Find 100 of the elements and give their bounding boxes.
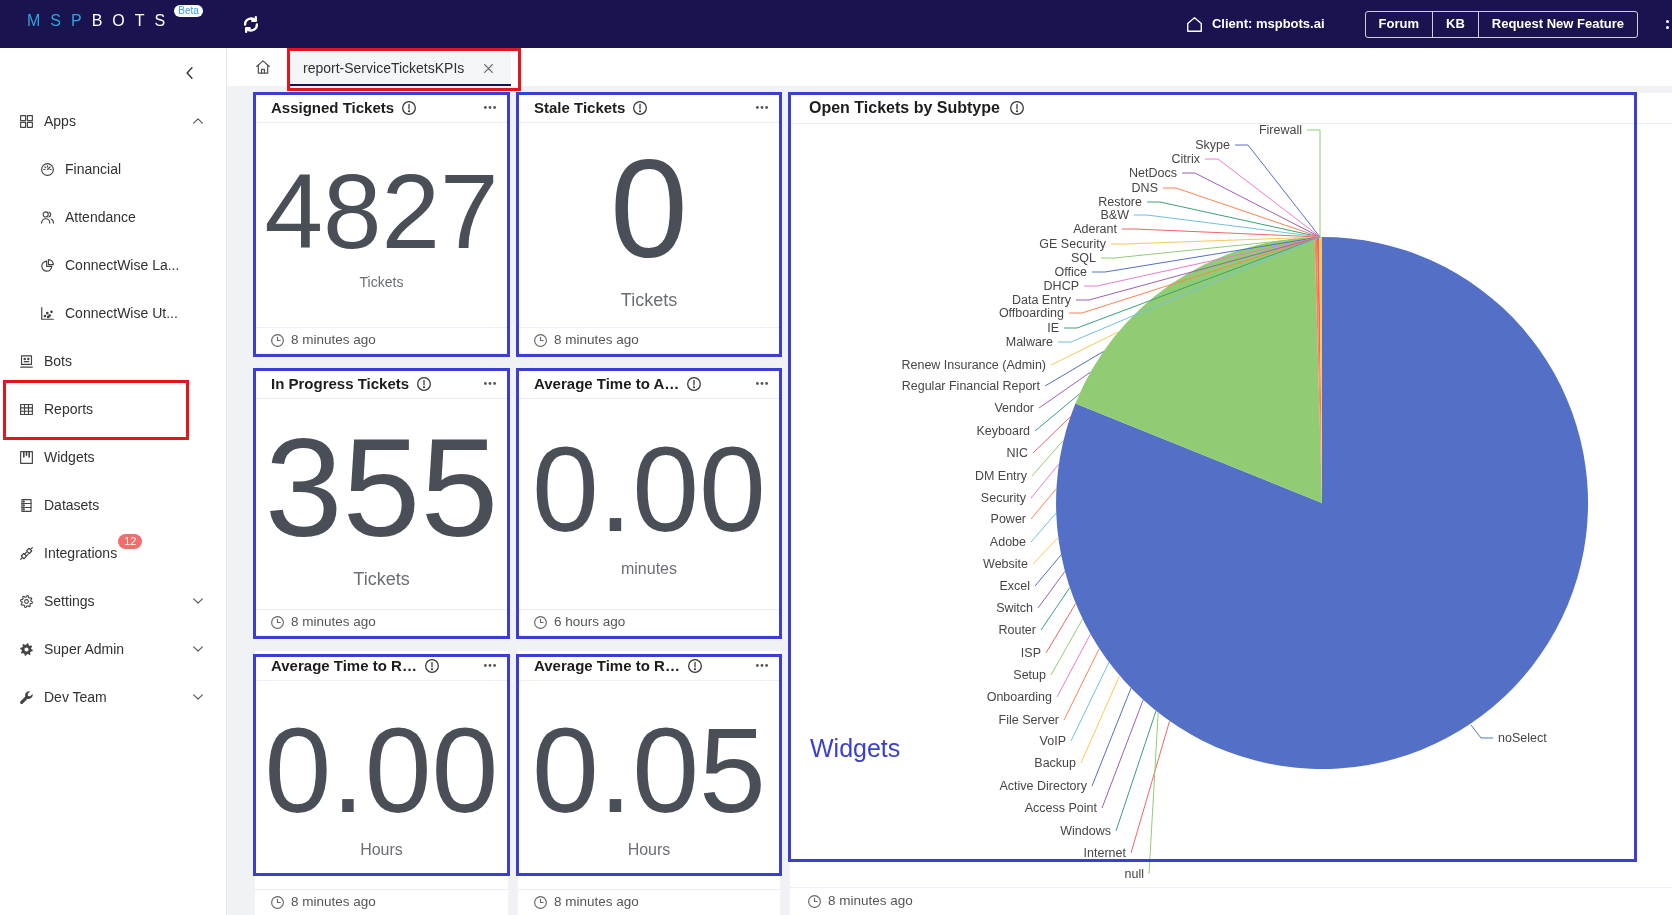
menu-item[interactable]: Datasets	[0, 481, 226, 529]
more-icon[interactable]	[756, 106, 768, 109]
updated-time: 8 minutes ago	[554, 331, 639, 350]
menu-item[interactable]: Super Admin	[0, 625, 226, 673]
slice-label: Security	[980, 491, 1026, 505]
info-icon[interactable]	[1009, 101, 1024, 115]
header-link[interactable]: KB	[1432, 11, 1478, 37]
slice-label: NIC	[1006, 446, 1028, 460]
menu-item[interactable]: ConnectWise La...	[0, 241, 226, 289]
updated-time: 8 minutes ago	[554, 893, 639, 912]
kpi-unit: Hours	[627, 840, 671, 861]
slice-label: Offboarding	[998, 306, 1064, 320]
clock-icon	[808, 895, 821, 908]
slice-label: null	[1124, 867, 1144, 881]
info-icon[interactable]	[417, 376, 432, 391]
home-icon	[1186, 16, 1202, 32]
card-title: In Progress Tickets	[271, 376, 410, 391]
slice-label: DM Entry	[974, 469, 1027, 483]
more-icon[interactable]	[484, 664, 496, 667]
leader-line	[1030, 488, 1057, 520]
info-icon[interactable]	[687, 658, 702, 673]
card-title: Stale Tickets	[534, 100, 626, 115]
leader-line	[1032, 536, 1059, 565]
gear-icon	[20, 594, 33, 608]
info-icon[interactable]	[402, 100, 417, 115]
menu-item[interactable]: Bots	[0, 337, 226, 385]
kpi-unit: Tickets	[620, 288, 678, 312]
slice-label: Restore	[1098, 195, 1142, 209]
kpi-value: 0.00	[532, 428, 766, 550]
clock-icon	[534, 896, 547, 909]
slice-label: DNS	[1131, 181, 1158, 195]
gauge-icon	[41, 162, 54, 176]
clock-icon	[534, 616, 547, 629]
more-icon[interactable]	[1666, 19, 1669, 29]
slice-label: Internet	[1083, 846, 1126, 860]
monitor-icon	[20, 354, 33, 368]
leader-line	[1030, 463, 1060, 499]
slice-label: Onboarding	[986, 690, 1052, 704]
slice-label: IE	[1047, 321, 1059, 335]
leader-line	[1031, 439, 1064, 477]
menu-item[interactable]: Dev Team	[0, 673, 226, 721]
kpi-value: 0.05	[532, 709, 766, 831]
updated-time: 8 minutes ago	[291, 331, 376, 350]
menu-item[interactable]: Reports	[0, 385, 226, 433]
slice-label: Firewall	[1258, 123, 1302, 137]
menu-item[interactable]: ConnectWise Ut...	[0, 289, 226, 337]
board-icon	[20, 450, 33, 464]
leader-line	[1034, 554, 1062, 587]
chevron-left-icon	[186, 66, 193, 79]
close-icon[interactable]	[484, 63, 494, 73]
clock-icon	[271, 616, 284, 629]
menu-item[interactable]: Settings	[0, 577, 226, 625]
info-icon[interactable]	[633, 100, 648, 115]
kpi-unit: Hours	[360, 840, 403, 861]
slice-label: Data Entry	[1011, 293, 1071, 307]
collapse-button[interactable]	[186, 66, 193, 79]
header-link[interactable]: Forum	[1365, 11, 1432, 37]
info-icon[interactable]	[687, 376, 702, 391]
slice-label: Power	[990, 512, 1026, 526]
slice-label: Setup	[1013, 668, 1046, 682]
more-icon[interactable]	[484, 106, 496, 109]
updated-time: 8 minutes ago	[828, 892, 913, 911]
menu-item[interactable]: Widgets	[0, 433, 226, 481]
pie-chart-icon	[41, 258, 54, 272]
kpi-value: 0.00	[264, 709, 499, 831]
refresh-icon[interactable]	[243, 15, 260, 33]
slice-label: Renew Insurance (Admin)	[901, 358, 1046, 372]
leader-line	[1030, 512, 1057, 543]
grid-icon	[20, 114, 33, 128]
home-icon[interactable]	[256, 60, 270, 74]
connector-icon	[20, 546, 33, 560]
menu-item[interactable]: Apps	[0, 97, 226, 145]
server-icon	[20, 498, 33, 512]
clock-icon	[271, 896, 284, 909]
more-icon[interactable]	[756, 664, 768, 667]
gear-icon	[20, 642, 33, 656]
slice-label: Malware	[1005, 335, 1053, 349]
kpi-value: 4827	[264, 158, 499, 264]
updated-time: 8 minutes ago	[291, 613, 376, 632]
more-icon[interactable]	[484, 382, 496, 385]
header-link[interactable]: Request New Feature	[1477, 11, 1637, 37]
wrench-icon	[20, 690, 33, 704]
clock-icon	[271, 334, 284, 347]
beta-badge: Beta	[174, 5, 203, 17]
slice-label: File Server	[998, 713, 1059, 727]
slice-label: Regular Financial Report	[901, 379, 1040, 393]
info-icon[interactable]	[424, 658, 439, 673]
updated-time: 8 minutes ago	[291, 893, 376, 912]
menu-item[interactable]: Financial	[0, 145, 226, 193]
slice-label: Switch	[996, 601, 1033, 615]
kpi-unit: minutes	[621, 559, 677, 580]
slice-label: Keyboard	[976, 424, 1030, 438]
menu-item[interactable]: Attendance	[0, 193, 226, 241]
more-icon[interactable]	[756, 382, 768, 385]
slice-label: Active Directory	[999, 779, 1087, 793]
menu-item[interactable]: Integrations 12	[0, 529, 226, 577]
annotation-label: Widgets	[810, 736, 901, 761]
clock-icon	[534, 334, 547, 347]
slice-label: Vendor	[994, 401, 1034, 415]
chart-title: Open Tickets by Subtype	[809, 100, 1000, 116]
